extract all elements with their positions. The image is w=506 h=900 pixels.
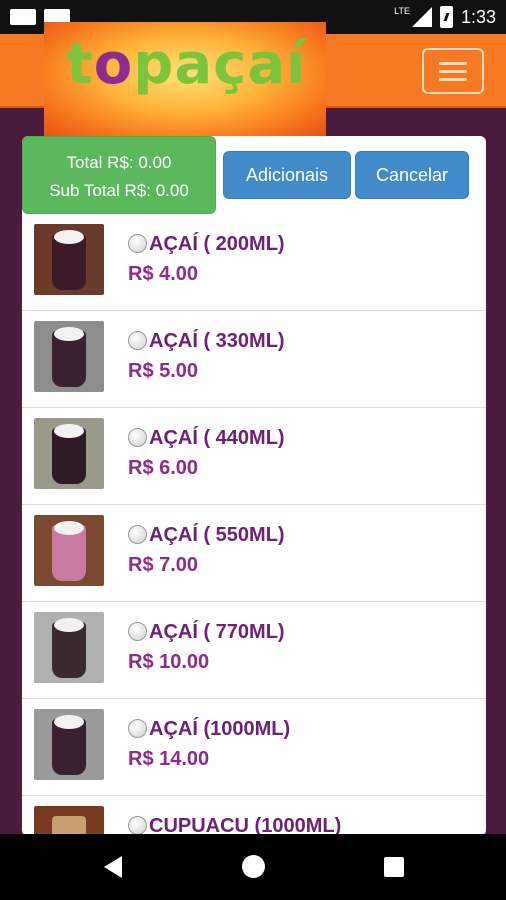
product-item[interactable]: AÇAÍ ( 440ML) R$ 6.00 (22, 408, 486, 505)
product-radio[interactable] (128, 525, 147, 544)
total-label: Total R$: 0.00 (66, 153, 172, 172)
signal-icon (411, 7, 432, 27)
network-type: LTE (394, 6, 410, 16)
product-radio[interactable] (128, 428, 147, 447)
product-item[interactable]: AÇAÍ ( 550ML) R$ 7.00 (22, 505, 486, 602)
product-item[interactable]: CUPUACU (1000ML) (22, 796, 486, 836)
product-thumbnail (34, 612, 104, 683)
hamburger-menu-button[interactable] (422, 48, 484, 94)
product-name: AÇAÍ ( 330ML) (149, 330, 285, 352)
back-icon[interactable] (104, 856, 122, 878)
product-item[interactable]: AÇAÍ (1000ML) R$ 14.00 (22, 699, 486, 796)
subtotal-label: Sub Total R$: 0.00 (49, 181, 189, 200)
home-icon[interactable] (242, 855, 265, 878)
product-name: AÇAÍ ( 440ML) (149, 427, 285, 449)
cancel-button[interactable]: Cancelar (355, 151, 469, 199)
product-thumbnail (34, 515, 104, 586)
logo-text: topaçaí (66, 32, 307, 97)
product-name: AÇAÍ ( 550ML) (149, 524, 285, 546)
product-name: AÇAÍ (1000ML) (149, 718, 291, 740)
menu-bar (439, 70, 467, 73)
product-name: CUPUACU (1000ML) (149, 815, 342, 836)
product-thumbnail (34, 709, 104, 780)
product-radio[interactable] (128, 719, 147, 738)
product-item[interactable]: AÇAÍ ( 330ML) R$ 5.00 (22, 311, 486, 408)
status-right: LTE 1:33 (394, 6, 496, 28)
product-price: R$ 10.00 (128, 651, 210, 673)
product-radio[interactable] (128, 234, 147, 253)
product-price: R$ 7.00 (128, 554, 199, 576)
product-price: R$ 6.00 (128, 457, 199, 479)
product-thumbnail (34, 806, 104, 836)
product-price: R$ 5.00 (128, 360, 199, 382)
battery-charging-icon (439, 6, 453, 28)
product-list: AÇAÍ ( 200ML) R$ 4.00 AÇAÍ ( 330ML) R$ 5… (22, 214, 486, 836)
adicionais-button[interactable]: Adicionais (223, 151, 351, 199)
topacai-logo[interactable]: topaçaí (44, 22, 326, 138)
order-modal: Total R$: 0.00 Sub Total R$: 0.00 Adicio… (22, 136, 486, 836)
product-price: R$ 14.00 (128, 748, 210, 770)
product-radio[interactable] (128, 816, 147, 835)
product-price: R$ 4.00 (128, 263, 199, 285)
product-item[interactable]: AÇAÍ ( 770ML) R$ 10.00 (22, 602, 486, 699)
product-name: AÇAÍ ( 770ML) (149, 621, 285, 643)
menu-bar (439, 78, 467, 81)
product-thumbnail (34, 224, 104, 295)
product-thumbnail (34, 418, 104, 489)
notification-icon (10, 9, 36, 25)
menu-bar (439, 62, 467, 65)
android-navigation-bar (0, 834, 506, 900)
product-name: AÇAÍ ( 200ML) (149, 233, 285, 255)
clock: 1:33 (460, 6, 496, 27)
recent-apps-icon[interactable] (384, 857, 404, 877)
product-radio[interactable] (128, 331, 147, 350)
cart-totals: Total R$: 0.00 Sub Total R$: 0.00 (22, 136, 216, 214)
product-thumbnail (34, 321, 104, 392)
product-item[interactable]: AÇAÍ ( 200ML) R$ 4.00 (22, 214, 486, 311)
product-radio[interactable] (128, 622, 147, 641)
